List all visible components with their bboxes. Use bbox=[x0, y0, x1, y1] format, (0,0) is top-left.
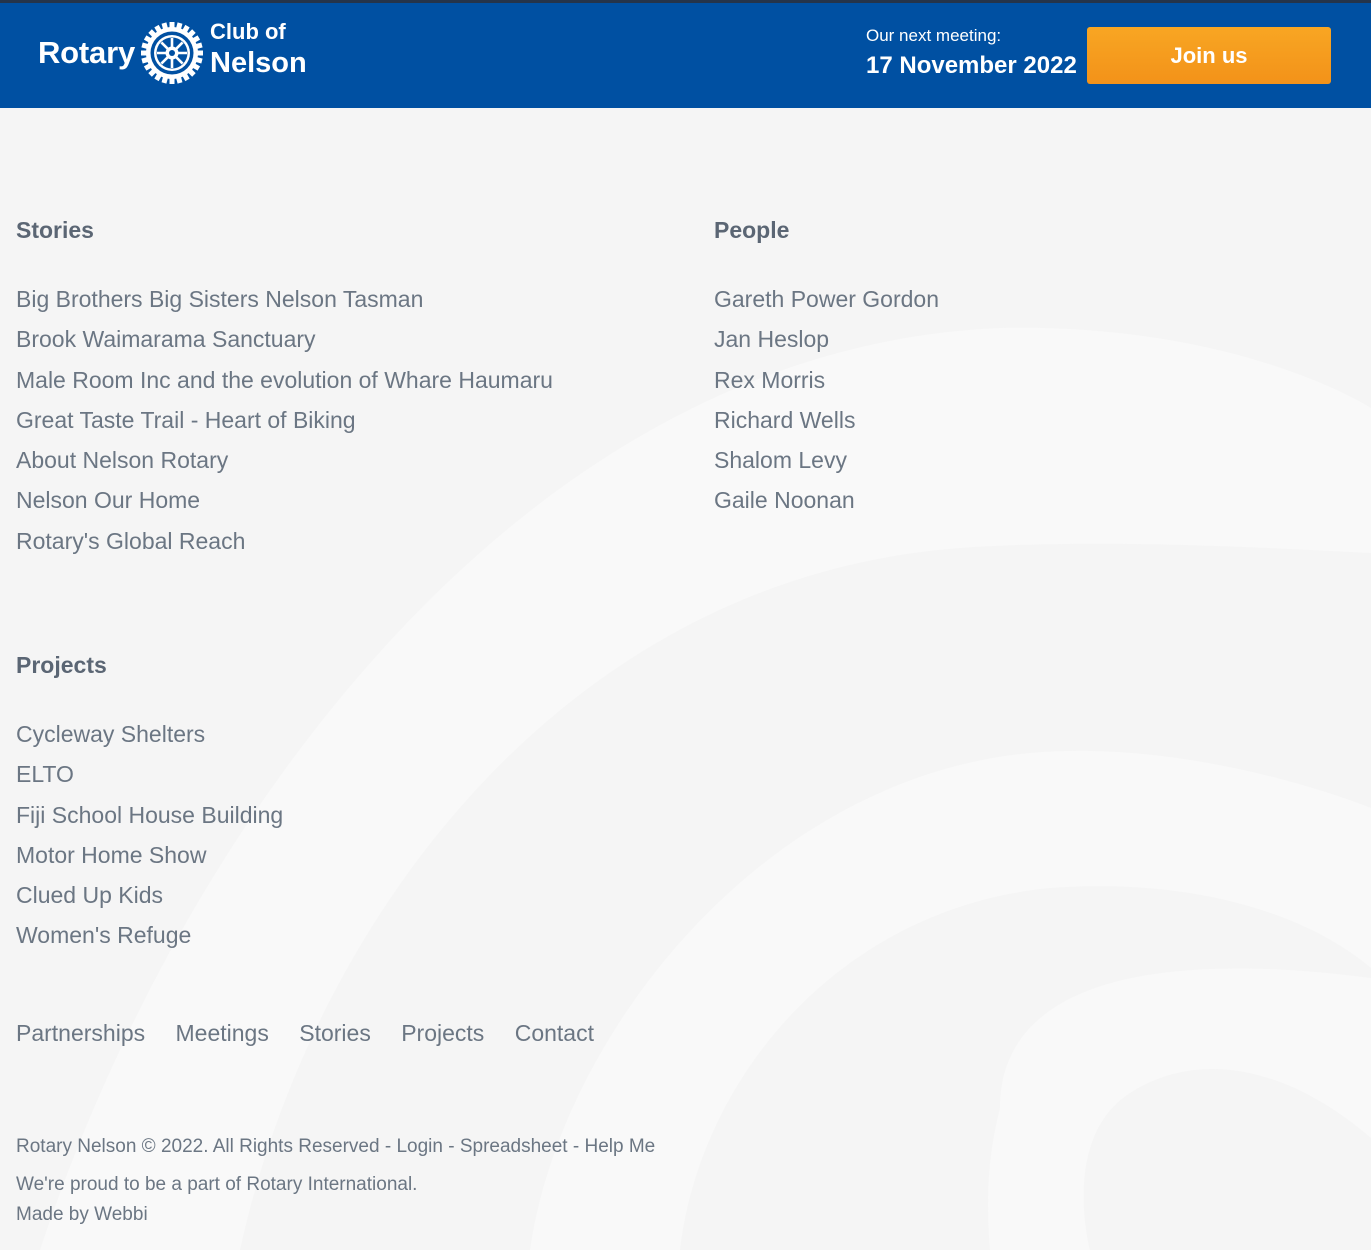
list-item[interactable]: ELTO bbox=[16, 761, 283, 801]
separator: - bbox=[379, 1136, 397, 1157]
spreadsheet-link[interactable]: Spreadsheet bbox=[460, 1136, 568, 1157]
list-item[interactable]: Gareth Power Gordon bbox=[714, 286, 939, 326]
projects-heading: Projects bbox=[16, 652, 107, 678]
list-item[interactable]: Richard Wells bbox=[714, 407, 939, 447]
list-item[interactable]: Nelson Our Home bbox=[16, 487, 553, 527]
project-link[interactable]: Motor Home Show bbox=[16, 842, 206, 868]
list-item[interactable]: Brook Waimarama Sanctuary bbox=[16, 326, 553, 366]
separator: - bbox=[567, 1136, 585, 1157]
footer-link-partnerships[interactable]: Partnerships bbox=[16, 1020, 145, 1046]
background-swirl-decoration bbox=[40, 327, 1371, 1250]
story-link[interactable]: Big Brothers Big Sisters Nelson Tasman bbox=[16, 286, 423, 312]
project-link[interactable]: Cycleway Shelters bbox=[16, 721, 205, 747]
people-section: People bbox=[714, 217, 789, 244]
person-link[interactable]: Rex Morris bbox=[714, 367, 825, 393]
stories-list: Big Brothers Big Sisters Nelson Tasman B… bbox=[16, 286, 553, 568]
list-item[interactable]: Cycleway Shelters bbox=[16, 721, 283, 761]
list-item[interactable]: Male Room Inc and the evolution of Whare… bbox=[16, 367, 553, 407]
person-link[interactable]: Jan Heslop bbox=[714, 326, 829, 352]
brand-rotary-text: Rotary bbox=[38, 35, 135, 70]
story-link[interactable]: Great Taste Trail - Heart of Biking bbox=[16, 407, 356, 433]
list-item[interactable]: Motor Home Show bbox=[16, 842, 283, 882]
list-item[interactable]: Rotary's Global Reach bbox=[16, 528, 553, 568]
project-link[interactable]: ELTO bbox=[16, 761, 74, 787]
copyright-text: Rotary Nelson © 2022. All Rights Reserve… bbox=[16, 1136, 380, 1157]
next-meeting-label: Our next meeting: bbox=[866, 26, 1002, 45]
story-link[interactable]: Male Room Inc and the evolution of Whare… bbox=[16, 367, 553, 393]
stories-heading: Stories bbox=[16, 217, 94, 243]
projects-list: Cycleway Shelters ELTO Fiji School House… bbox=[16, 721, 283, 963]
list-item[interactable]: Women's Refuge bbox=[16, 922, 283, 962]
story-link[interactable]: Nelson Our Home bbox=[16, 487, 200, 513]
people-heading: People bbox=[714, 217, 790, 243]
list-item[interactable]: Big Brothers Big Sisters Nelson Tasman bbox=[16, 286, 553, 326]
footer-link-projects[interactable]: Projects bbox=[401, 1020, 484, 1046]
list-item[interactable]: Shalom Levy bbox=[714, 447, 939, 487]
person-link[interactable]: Gareth Power Gordon bbox=[714, 286, 939, 312]
join-us-button[interactable]: Join us bbox=[1087, 27, 1331, 84]
list-item[interactable]: Fiji School House Building bbox=[16, 802, 283, 842]
project-link[interactable]: Fiji School House Building bbox=[16, 802, 283, 828]
club-name: Nelson bbox=[210, 47, 307, 79]
copyright-line: Rotary Nelson © 2022. All Rights Reserve… bbox=[16, 1136, 655, 1158]
projects-section: Projects bbox=[16, 652, 107, 679]
story-link[interactable]: Brook Waimarama Sanctuary bbox=[16, 326, 316, 352]
story-link[interactable]: Rotary's Global Reach bbox=[16, 528, 245, 554]
list-item[interactable]: Rex Morris bbox=[714, 367, 939, 407]
separator: - bbox=[442, 1136, 460, 1157]
footer-link-contact[interactable]: Contact bbox=[515, 1020, 594, 1046]
list-item[interactable]: Gaile Noonan bbox=[714, 487, 939, 527]
person-link[interactable]: Gaile Noonan bbox=[714, 487, 855, 513]
list-item[interactable]: Great Taste Trail - Heart of Biking bbox=[16, 407, 553, 447]
site-header: Rotary Club of Nelson Our next meeting: … bbox=[0, 3, 1371, 108]
footer-nav: Partnerships Meetings Stories Projects C… bbox=[16, 1020, 618, 1047]
login-link[interactable]: Login bbox=[396, 1136, 443, 1157]
club-of-text: Club of bbox=[210, 19, 286, 44]
footer-link-meetings[interactable]: Meetings bbox=[176, 1020, 269, 1046]
stories-section: Stories bbox=[16, 217, 94, 244]
project-link[interactable]: Women's Refuge bbox=[16, 922, 191, 948]
list-item[interactable]: Jan Heslop bbox=[714, 326, 939, 366]
person-link[interactable]: Richard Wells bbox=[714, 407, 855, 433]
help-me-link[interactable]: Help Me bbox=[584, 1136, 655, 1157]
rotary-international-note: We're proud to be a part of Rotary Inter… bbox=[16, 1174, 418, 1195]
project-link[interactable]: Clued Up Kids bbox=[16, 882, 163, 908]
made-by-link[interactable]: Made by Webbi bbox=[16, 1204, 148, 1226]
footer-link-stories[interactable]: Stories bbox=[299, 1020, 371, 1046]
story-link[interactable]: About Nelson Rotary bbox=[16, 447, 228, 473]
rotary-wheel-icon bbox=[141, 22, 203, 84]
list-item[interactable]: Clued Up Kids bbox=[16, 882, 283, 922]
list-item[interactable]: About Nelson Rotary bbox=[16, 447, 553, 487]
next-meeting-date: 17 November 2022 bbox=[866, 52, 1077, 79]
people-list: Gareth Power Gordon Jan Heslop Rex Morri… bbox=[714, 286, 939, 528]
person-link[interactable]: Shalom Levy bbox=[714, 447, 847, 473]
